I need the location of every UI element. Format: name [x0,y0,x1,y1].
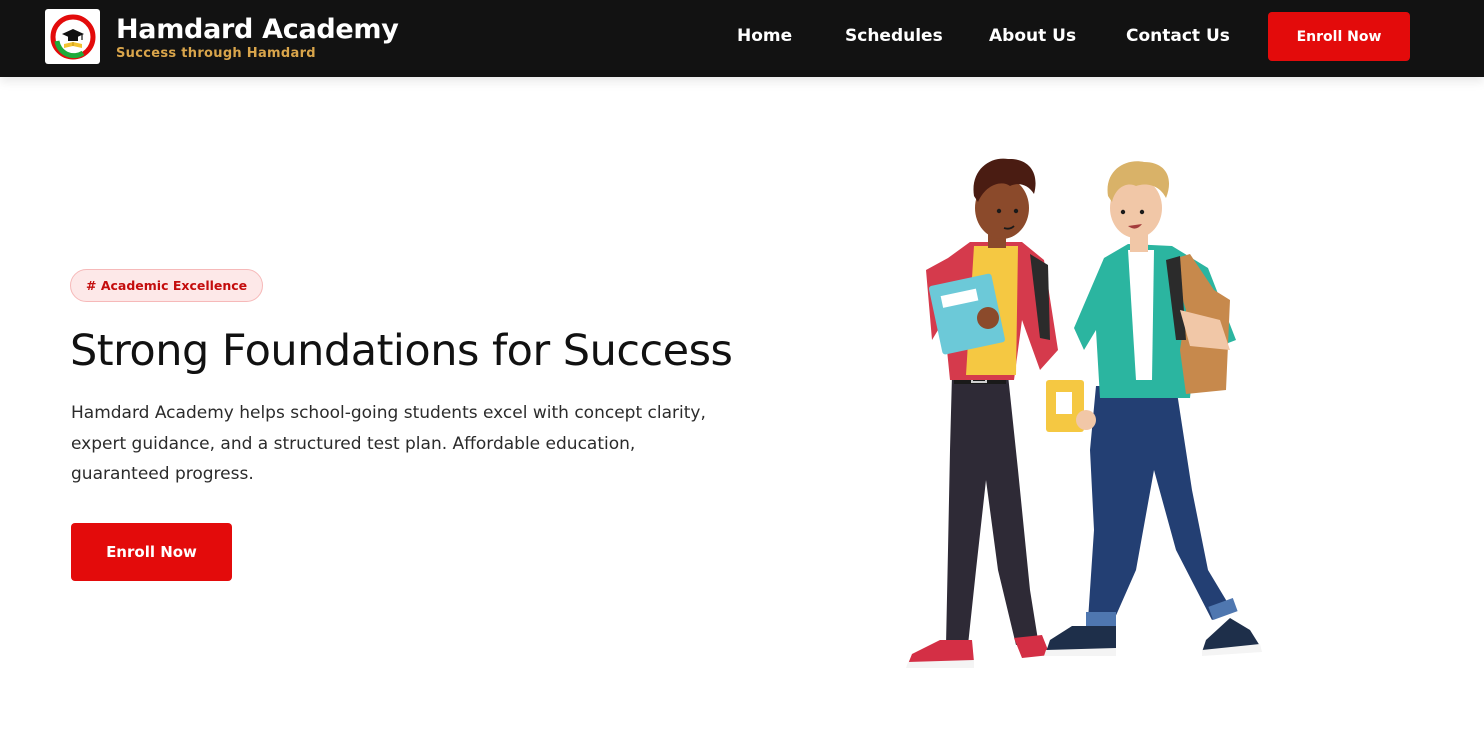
graduation-cap-logo-icon [50,14,95,59]
nav-link-about-us[interactable]: About Us [989,26,1076,46]
hero-description: Hamdard Academy helps school-going stude… [71,403,706,484]
header-enroll-button[interactable]: Enroll Now [1268,12,1410,61]
nav-link-contact-us[interactable]: Contact Us [1126,26,1230,46]
logo[interactable] [45,9,100,64]
hero-title: Strong Foundations for Success [70,326,733,376]
students-walking-illustration-icon [906,158,1262,668]
brand-tagline: Success through Hamdard [116,46,316,61]
academic-excellence-badge: # Academic Excellence [70,269,264,302]
brand-title[interactable]: Hamdard Academy [116,14,399,45]
navbar: Hamdard Academy Success through Hamdard … [0,0,1484,77]
hero-enroll-button[interactable]: Enroll Now [71,523,232,581]
nav-link-schedules[interactable]: Schedules [845,26,943,46]
nav-link-home[interactable]: Home [737,26,792,46]
